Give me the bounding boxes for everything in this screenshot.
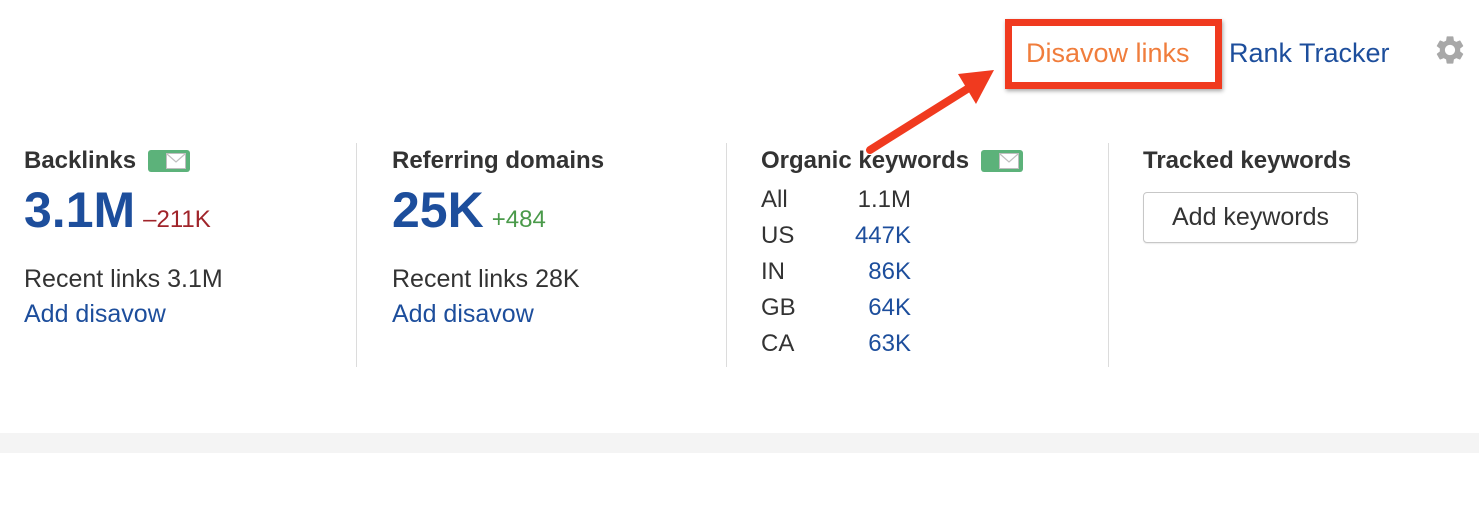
keyword-value-link[interactable]: 63K [868,330,911,358]
referring-domains-section: Referring domains 25K +484 Recent links … [392,143,604,329]
keyword-row-all: All 1.1M [761,186,911,222]
backlinks-delta: –211K [143,206,211,233]
backlinks-recent-links: Recent links 3.1M [24,265,223,293]
keyword-row-gb: GB 64K [761,294,911,330]
add-keywords-button[interactable]: Add keywords [1143,192,1358,243]
keyword-country: IN [761,258,785,285]
keyword-value-link[interactable]: 64K [868,294,911,322]
email-alert-icon[interactable] [148,150,191,172]
referring-domains-add-disavow-link[interactable]: Add disavow [392,300,604,329]
keyword-value-link[interactable]: 86K [868,258,911,286]
keyword-row-us: US 447K [761,222,911,258]
backlinks-add-disavow-link[interactable]: Add disavow [24,300,223,329]
referring-domains-delta: +484 [491,206,546,233]
divider [356,143,357,367]
referring-domains-recent-links: Recent links 28K [392,265,580,293]
divider [1108,143,1109,367]
keyword-country: GB [761,294,796,321]
referring-domains-title: Referring domains [392,147,605,174]
divider [726,143,727,367]
keyword-value: 1.1M [857,186,911,213]
backlinks-section: Backlinks 3.1M –211K Recent links 3.1M A… [24,143,223,329]
page: Disavow links Rank Tracker Backlinks 3.1… [0,0,1479,512]
organic-keywords-title: Organic keywords [761,147,970,174]
gear-icon[interactable] [1433,33,1467,67]
organic-keywords-section: Organic keywords [761,143,1024,179]
keyword-country: All [761,186,788,213]
keyword-value-link[interactable]: 447K [855,222,911,250]
rank-tracker-link[interactable]: Rank Tracker [1229,38,1390,69]
keyword-row-in: IN 86K [761,258,911,294]
keyword-country: CA [761,330,795,357]
referring-domains-value[interactable]: 25K [392,185,484,235]
tracked-keywords-title: Tracked keywords [1143,147,1352,174]
tracked-keywords-section: Tracked keywords [1143,143,1351,179]
footer-band [0,433,1479,453]
keyword-country: US [761,222,795,249]
backlinks-title: Backlinks [24,147,137,174]
keyword-row-ca: CA 63K [761,330,911,366]
backlinks-value[interactable]: 3.1M [24,185,135,235]
email-alert-icon[interactable] [981,150,1024,172]
highlight-box [1005,19,1222,89]
